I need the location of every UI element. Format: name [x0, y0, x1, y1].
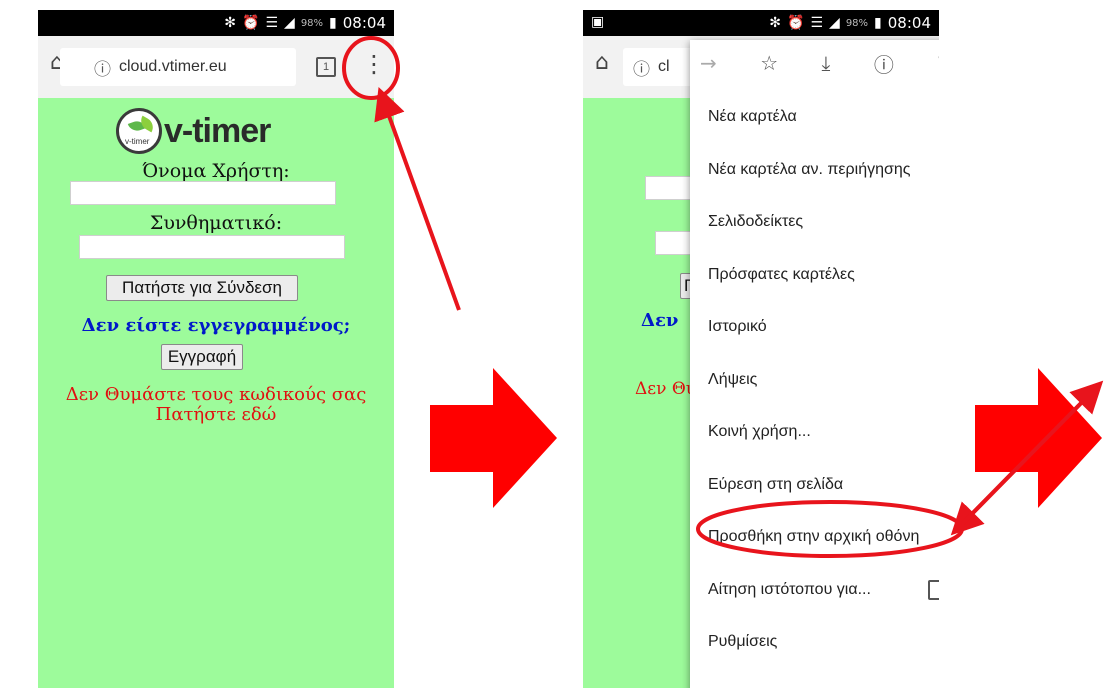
pointer-arrow-menu	[374, 86, 461, 311]
highlight-ellipse-add-home	[696, 500, 964, 558]
highlight-circle-menu	[342, 36, 400, 100]
big-arrow-right-2	[975, 368, 1102, 508]
big-arrow-right-1	[430, 368, 557, 508]
annotation-overlay	[342, 36, 1104, 558]
